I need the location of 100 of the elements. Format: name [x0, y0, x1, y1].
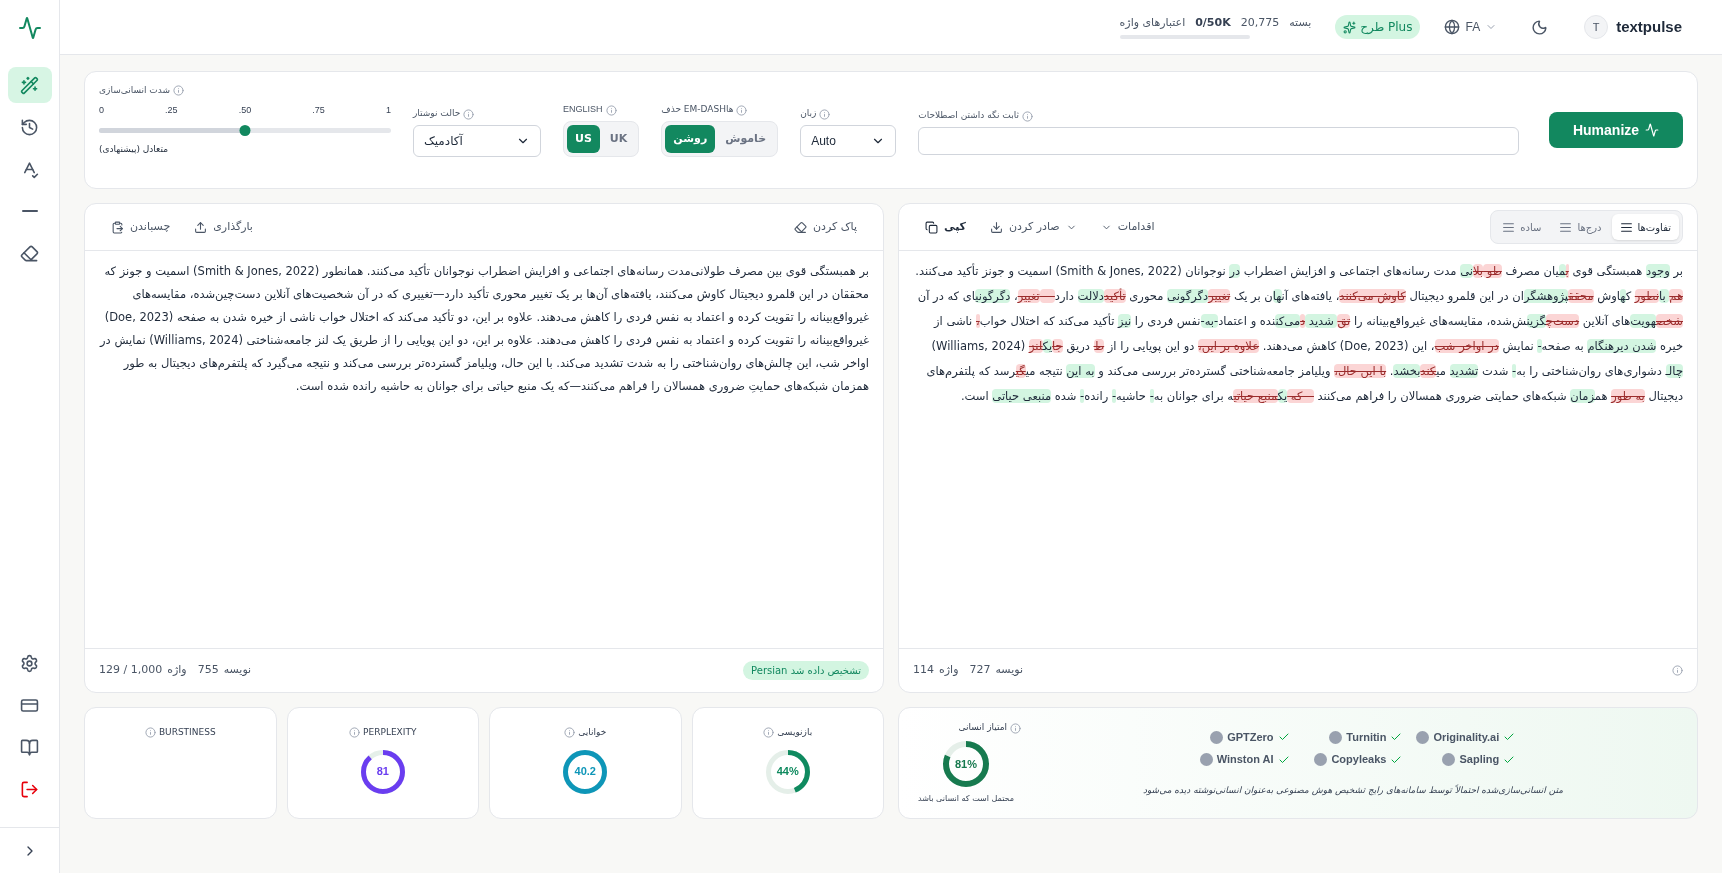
- detector-name: Sapling: [1459, 752, 1500, 768]
- view-tab[interactable]: تفاوت‌ها: [1611, 214, 1679, 240]
- paste-button[interactable]: چسباندن: [111, 218, 171, 236]
- info-icon: [144, 727, 156, 739]
- info-icon: [819, 108, 831, 120]
- lines-icon: [1559, 220, 1573, 234]
- em-dash-label: حذف EM-DASHها: [661, 103, 734, 117]
- sparkles-icon: [1343, 20, 1357, 34]
- metric-label: PERPLEXITY: [363, 726, 417, 739]
- char-label: نویسه: [223, 662, 252, 679]
- english-label: ENGLISH: [563, 103, 603, 117]
- clipboard-icon: [111, 220, 124, 234]
- detector-name: GPTZero: [1227, 729, 1274, 745]
- intensity-label: شدت انسانی‌سازی: [99, 84, 171, 97]
- char-count: 755: [197, 662, 219, 679]
- view-tab[interactable]: درج‌ها: [1551, 214, 1610, 240]
- info-icon: [173, 85, 185, 97]
- terms-label: ثابت نگه داشتن اصطلاحات: [918, 109, 1019, 123]
- dark-mode-icon[interactable]: [1531, 18, 1549, 36]
- eraser-icon: [793, 220, 807, 234]
- tick-label: .75: [312, 103, 325, 117]
- pulse-logo-icon[interactable]: [17, 15, 42, 40]
- info-icon: [463, 108, 475, 120]
- avatar[interactable]: T: [1584, 15, 1609, 39]
- score-caption: محتمل است که انسانی باشد: [917, 792, 1015, 805]
- gauge-value: 40.2: [574, 764, 596, 780]
- terms-input[interactable]: [918, 126, 1519, 155]
- logout-icon: [20, 779, 39, 799]
- book-icon: [20, 737, 39, 757]
- word-label: واژه: [939, 662, 959, 679]
- toggle-option[interactable]: US: [567, 124, 600, 153]
- package-label: بسته: [1289, 14, 1312, 31]
- sidebar-item[interactable]: [7, 67, 52, 103]
- language-select[interactable]: Auto: [800, 124, 897, 157]
- history-icon: [20, 117, 39, 137]
- clear-button[interactable]: پاک کردن: [793, 218, 857, 236]
- tick-label: .25: [165, 103, 178, 117]
- toggle-option[interactable]: روشن: [665, 124, 716, 153]
- info-icon: [1672, 665, 1683, 676]
- gauge-ring: [563, 749, 608, 794]
- info-icon: [1010, 722, 1021, 734]
- user-name: textpulse: [1616, 16, 1682, 37]
- score-label: امتیاز انسانی: [958, 721, 1007, 735]
- upload-icon: [194, 220, 208, 234]
- detector-name: Winston AI: [1216, 752, 1274, 768]
- language-switch[interactable]: FA: [1444, 18, 1498, 36]
- word-count: 129 / 1,000: [99, 662, 163, 679]
- lines-icon: [1502, 220, 1516, 234]
- detector-name: Turnitin: [1346, 729, 1387, 745]
- tick-label: 1: [385, 103, 391, 117]
- actions-button[interactable]: اقدامات: [1100, 218, 1155, 236]
- metric-label: BURSTINESS: [158, 726, 216, 739]
- gauge-ring: [360, 749, 405, 794]
- info-icon: [605, 104, 617, 116]
- intensity-caption: متعادل (پیشنهادی): [99, 143, 168, 156]
- input-text[interactable]: بر همبستگی قوی بین مصرف طولانی‌مدت رسانه‌های اجتماعی و افزایش اضطراب نوجوانان تأکید می‌کنند. همانطور (Smith & Jones, 2022) اسمیت و جونز که محققان در این قلمرو دیجیتال کاوش می‌کنند، یافته‌های آن‌ها بر یک تغییر محوری تأکید دارد—تغییری که در آن شخصیت‌های آنلاین دست‌چین‌شده، مقایسه‌های غیرواقع‌بینانه را تقویت کرده و اعتماد به نفس فردی را کاهش می‌دهند. علاوه بر این، دو تأکید می‌کند که اختلال خواب ناشی از خیره شدن به صفحه (Doe, 2023) غیرواقع‌بینانه را تقویت کرده و اعتماد به نفس فردی را کاهش می‌دهند. علاوه بر این، دو این پویایی را از طریق یک لنز جامعه‌شناختی (Williams, 2024) نمایش در اواخر شب، این چالش‌های روان‌شناختی را به شدت تشدید می‌کند. با این حال، ویلیامز گسترده‌تر بررسی می‌کند و نتیجه می‌گیرد که پلتفرم‌های دیجیتال به طور همزمان شبکه‌های حمایتِ ضروری همسالان را فراهم می‌کنند—که یک منبع حیاتی برای جوانان به حاشیه رانده شده است.: [85, 251, 883, 398]
- export-button[interactable]: صادر کردن: [990, 218, 1077, 236]
- detector-name: Copyleaks: [1331, 752, 1387, 768]
- eraser-icon: [20, 243, 39, 263]
- intensity-slider[interactable]: [99, 123, 391, 137]
- language-label: زبان: [800, 107, 817, 121]
- toggle-option[interactable]: UK: [601, 124, 636, 153]
- detector-logo-icon: [1314, 753, 1328, 766]
- word-label: واژه: [167, 662, 187, 679]
- gauge-value: 81: [376, 764, 389, 780]
- info-icon: [1021, 110, 1033, 122]
- pulse-icon: [1645, 123, 1660, 137]
- tick-label: .50: [238, 103, 252, 117]
- detector-logo-icon: [1329, 730, 1343, 744]
- credits-value: 0/50K: [1195, 14, 1231, 31]
- info-icon: [564, 727, 576, 739]
- info-icon: [349, 727, 361, 739]
- humanize-button[interactable]: Humanize: [1549, 112, 1683, 148]
- metric-label: خوانایی: [578, 726, 607, 739]
- metric-label: بازنویسی: [777, 726, 813, 739]
- info-icon: [763, 727, 775, 739]
- detector-name: Originality.ai: [1433, 729, 1500, 745]
- word-count: 114: [913, 662, 934, 679]
- slider-thumb[interactable]: [239, 124, 251, 136]
- toggle-option[interactable]: خاموش: [717, 124, 775, 153]
- view-tab[interactable]: ساده: [1494, 214, 1550, 240]
- detector-logo-icon: [1416, 730, 1430, 744]
- minus-icon: [21, 210, 38, 212]
- credits-label: اعتبارهای واژه: [1119, 14, 1186, 31]
- download-icon: [990, 220, 1004, 234]
- copy-button[interactable]: کپی: [925, 218, 967, 236]
- gauge-ring: [943, 740, 989, 787]
- tick-label: 0: [99, 103, 104, 117]
- copy-icon: [925, 220, 938, 234]
- plan-badge[interactable]: طرح Plus: [1335, 15, 1421, 39]
- writing-mode-select[interactable]: آکادمیک: [413, 124, 541, 157]
- char-label: نویسه: [995, 662, 1023, 679]
- wand-icon: [20, 75, 39, 95]
- char-count: 727: [969, 662, 991, 679]
- upload-button[interactable]: بارگذاری: [194, 218, 253, 236]
- lines-icon: [1619, 220, 1633, 234]
- gauge-value: 44%: [776, 764, 799, 780]
- score-note: متن انسانی‌سازی‌شده احتمالاً توسط سامانه‌های رایج تشخیص هوش مصنوعی به‌عنوان انسانی‌نوشته دیده می‌شود: [1142, 783, 1564, 798]
- gauge-ring: [765, 749, 810, 794]
- detector-logo-icon: [1442, 753, 1456, 766]
